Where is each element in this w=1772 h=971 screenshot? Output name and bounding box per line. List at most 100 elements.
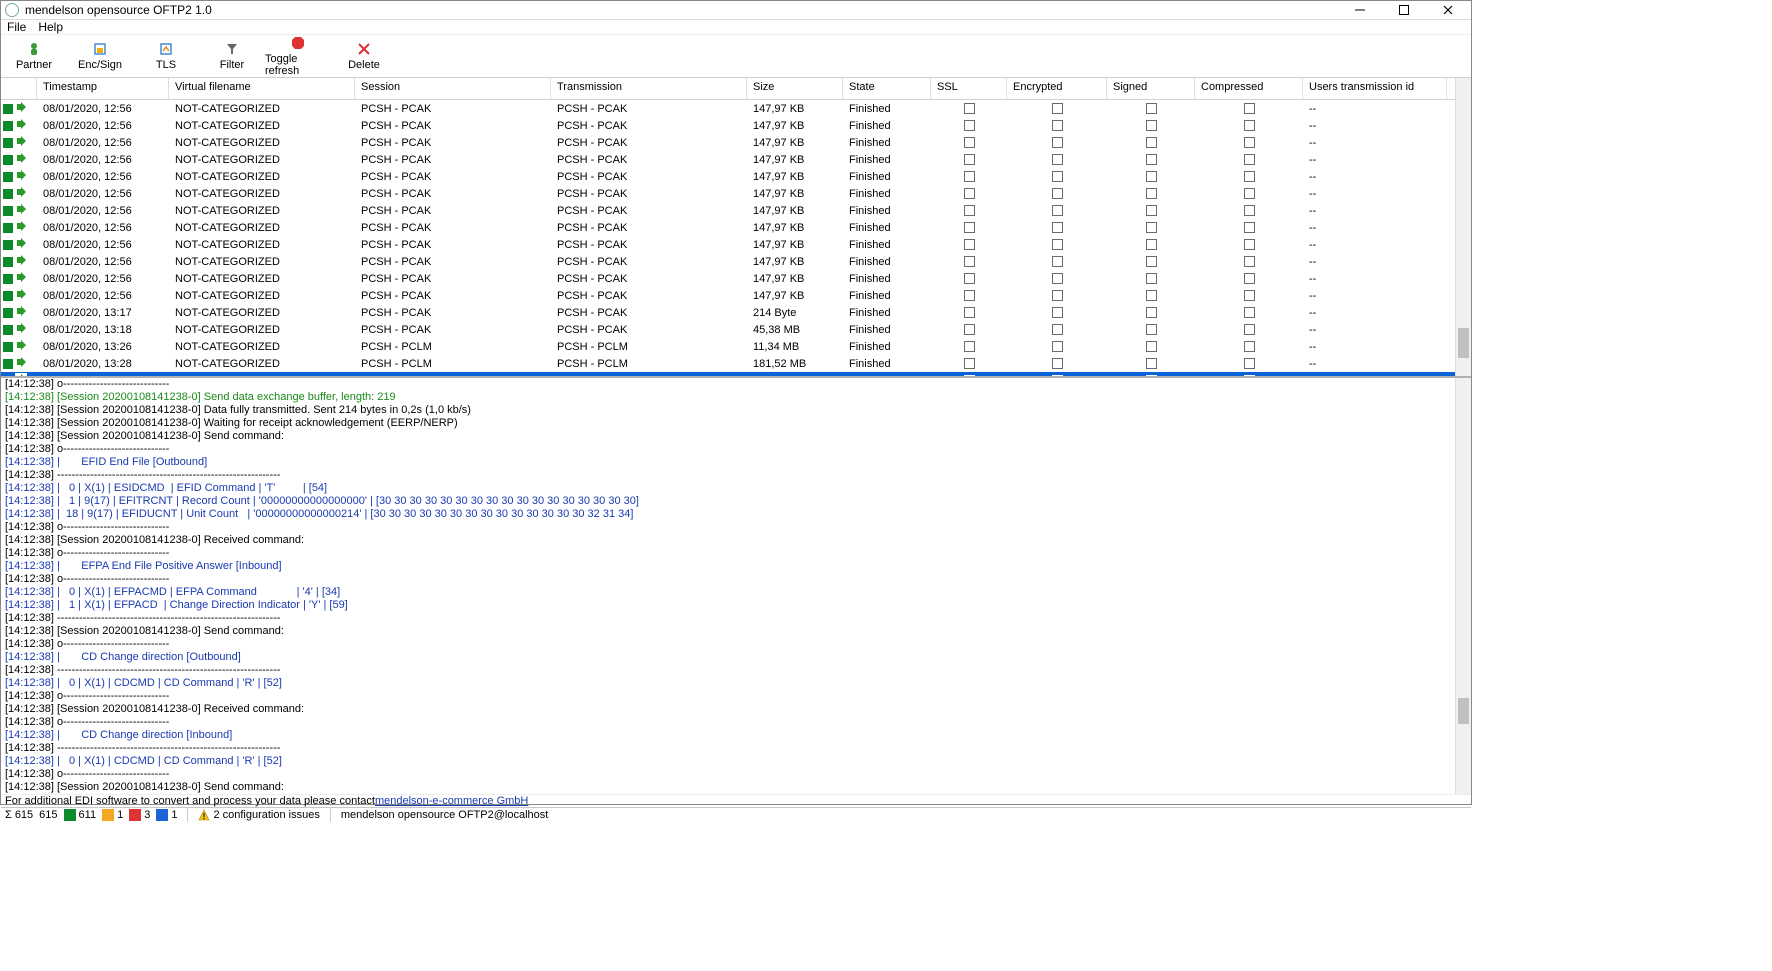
- row-status-icons: [1, 152, 37, 167]
- toolbar-toggle-label: Toggle refresh: [265, 53, 331, 77]
- status-square-icon: [3, 325, 13, 335]
- cell-uid: --: [1303, 239, 1447, 251]
- cell-ssl: [931, 171, 1007, 182]
- cell-compressed: [1195, 375, 1303, 376]
- table-row[interactable]: 08/01/2020, 12:56NOT-CATEGORIZEDPCSH - P…: [1, 202, 1455, 219]
- col-encrypted[interactable]: Encrypted: [1007, 78, 1107, 99]
- cell-signed: [1107, 188, 1195, 199]
- table-row[interactable]: 08/01/2020, 12:56NOT-CATEGORIZEDPCSH - P…: [1, 253, 1455, 270]
- table-row[interactable]: 08/01/2020, 12:56NOT-CATEGORIZEDPCSH - P…: [1, 287, 1455, 304]
- table-row[interactable]: 08/01/2020, 12:56NOT-CATEGORIZEDPCSH - P…: [1, 168, 1455, 185]
- cell-encrypted: [1007, 324, 1107, 335]
- table-row[interactable]: 08/01/2020, 13:28NOT-CATEGORIZEDPCSH - P…: [1, 355, 1455, 372]
- cell-transmission: PCSH - PCLM: [551, 358, 747, 370]
- status-square-icon: [3, 342, 13, 352]
- col-transmission[interactable]: Transmission: [551, 78, 747, 99]
- cell-transmission: PCSH - PCAK: [551, 171, 747, 183]
- titlebar: mendelson opensource OFTP2 1.0: [1, 1, 1471, 20]
- checkbox-icon: [1146, 137, 1157, 148]
- col-vfile[interactable]: Virtual filename: [169, 78, 355, 99]
- toolbar-tls[interactable]: TLS: [133, 35, 199, 77]
- log-line: [14:12:38] -----------------------------…: [5, 742, 1451, 755]
- cell-uid: --: [1303, 188, 1447, 200]
- col-uid[interactable]: Users transmission id: [1303, 78, 1447, 99]
- cell-size: 147,97 KB: [747, 273, 843, 285]
- table-row[interactable]: 08/01/2020, 12:56NOT-CATEGORIZEDPCSH - P…: [1, 185, 1455, 202]
- toolbar-encsign[interactable]: Enc/Sign: [67, 35, 133, 77]
- checkbox-icon: [1146, 307, 1157, 318]
- cell-size: 147,97 KB: [747, 171, 843, 183]
- col-signed[interactable]: Signed: [1107, 78, 1195, 99]
- table-row[interactable]: 08/01/2020, 12:56NOT-CATEGORIZEDPCSH - P…: [1, 151, 1455, 168]
- status-square-icon: [3, 376, 13, 377]
- checkbox-icon: [1146, 171, 1157, 182]
- cell-signed: [1107, 222, 1195, 233]
- toolbar-filter[interactable]: Filter: [199, 35, 265, 77]
- checkbox-icon: [1052, 171, 1063, 182]
- col-status[interactable]: [1, 78, 37, 99]
- status-issues[interactable]: 2 configuration issues: [198, 809, 319, 821]
- checkbox-icon: [964, 358, 975, 369]
- log-scrollbar[interactable]: [1455, 378, 1471, 794]
- col-state[interactable]: State: [843, 78, 931, 99]
- table-row[interactable]: 08/01/2020, 14:12NOT-CATEGORIZEDPCSH - P…: [1, 372, 1455, 376]
- cell-timestamp: 08/01/2020, 12:56: [37, 154, 169, 166]
- menu-file[interactable]: File: [7, 20, 26, 34]
- window-title: mendelson opensource OFTP2 1.0: [25, 3, 1347, 17]
- table-row[interactable]: 08/01/2020, 13:18NOT-CATEGORIZEDPCSH - P…: [1, 321, 1455, 338]
- cell-compressed: [1195, 290, 1303, 301]
- col-timestamp[interactable]: Timestamp: [37, 78, 169, 99]
- cell-transmission: PCSH - PCAK: [551, 103, 747, 115]
- table-row[interactable]: 08/01/2020, 12:56NOT-CATEGORIZEDPCSH - P…: [1, 270, 1455, 287]
- cell-state: Finished: [843, 273, 931, 285]
- col-ssl[interactable]: SSL: [931, 78, 1007, 99]
- table-scrollbar[interactable]: [1455, 78, 1471, 376]
- log-line: [14:12:38] | CD Change direction [Inboun…: [5, 729, 1451, 742]
- table-row[interactable]: 08/01/2020, 12:56NOT-CATEGORIZEDPCSH - P…: [1, 134, 1455, 151]
- checkbox-icon: [1146, 205, 1157, 216]
- maximize-button[interactable]: [1391, 1, 1417, 19]
- col-compressed[interactable]: Compressed: [1195, 78, 1303, 99]
- col-size[interactable]: Size: [747, 78, 843, 99]
- toolbar-toggle-refresh[interactable]: Toggle refresh: [265, 35, 331, 77]
- checkbox-icon: [1244, 188, 1255, 199]
- menu-help[interactable]: Help: [38, 20, 63, 34]
- scrollbar-thumb[interactable]: [1458, 328, 1469, 358]
- minimize-button[interactable]: [1347, 1, 1373, 19]
- log-line: [14:12:38] | 0 | X(1) | CDCMD | CD Comma…: [5, 677, 1451, 690]
- log-line: [14:12:38] | 18 | 9(17) | EFIDUCNT | Uni…: [5, 508, 1451, 521]
- cell-uid: --: [1303, 154, 1447, 166]
- table-row[interactable]: 08/01/2020, 12:56NOT-CATEGORIZEDPCSH - P…: [1, 219, 1455, 236]
- toolbar-partner[interactable]: Partner: [1, 35, 67, 77]
- row-status-icons: [1, 271, 37, 286]
- table-row[interactable]: 08/01/2020, 12:56NOT-CATEGORIZEDPCSH - P…: [1, 236, 1455, 253]
- cell-timestamp: 08/01/2020, 12:56: [37, 256, 169, 268]
- toolbar-delete[interactable]: Delete: [331, 35, 397, 77]
- cell-encrypted: [1007, 222, 1107, 233]
- table-body: 08/01/2020, 12:56NOT-CATEGORIZEDPCSH - P…: [1, 100, 1455, 376]
- log-line: [14:12:38] -----------------------------…: [5, 469, 1451, 482]
- cell-transmission: PCSH - PCAK: [551, 120, 747, 132]
- cell-uid: --: [1303, 358, 1447, 370]
- toolbar-filter-label: Filter: [220, 59, 244, 71]
- log-content[interactable]: [14:12:38] o----------------------------…: [1, 378, 1455, 794]
- table-row[interactable]: 08/01/2020, 12:56NOT-CATEGORIZEDPCSH - P…: [1, 117, 1455, 134]
- table-row[interactable]: 08/01/2020, 13:17NOT-CATEGORIZEDPCSH - P…: [1, 304, 1455, 321]
- cell-vfile: NOT-CATEGORIZED: [169, 171, 355, 183]
- col-session[interactable]: Session: [355, 78, 551, 99]
- close-button[interactable]: [1435, 1, 1461, 19]
- checkbox-icon: [964, 171, 975, 182]
- direction-arrow-icon: [15, 288, 27, 303]
- scrollbar-thumb[interactable]: [1458, 698, 1469, 724]
- cell-state: Finished: [843, 290, 931, 302]
- cell-session: PCSH - PCAK: [355, 307, 551, 319]
- cell-signed: [1107, 154, 1195, 165]
- table-row[interactable]: 08/01/2020, 13:26NOT-CATEGORIZEDPCSH - P…: [1, 338, 1455, 355]
- cell-vfile: NOT-CATEGORIZED: [169, 290, 355, 302]
- cell-encrypted: [1007, 239, 1107, 250]
- cell-signed: [1107, 341, 1195, 352]
- footer-link[interactable]: mendelson-e-commerce GmbH: [375, 795, 528, 807]
- table-row[interactable]: 08/01/2020, 12:56NOT-CATEGORIZEDPCSH - P…: [1, 100, 1455, 117]
- cell-timestamp: 08/01/2020, 13:26: [37, 341, 169, 353]
- cell-vfile: NOT-CATEGORIZED: [169, 341, 355, 353]
